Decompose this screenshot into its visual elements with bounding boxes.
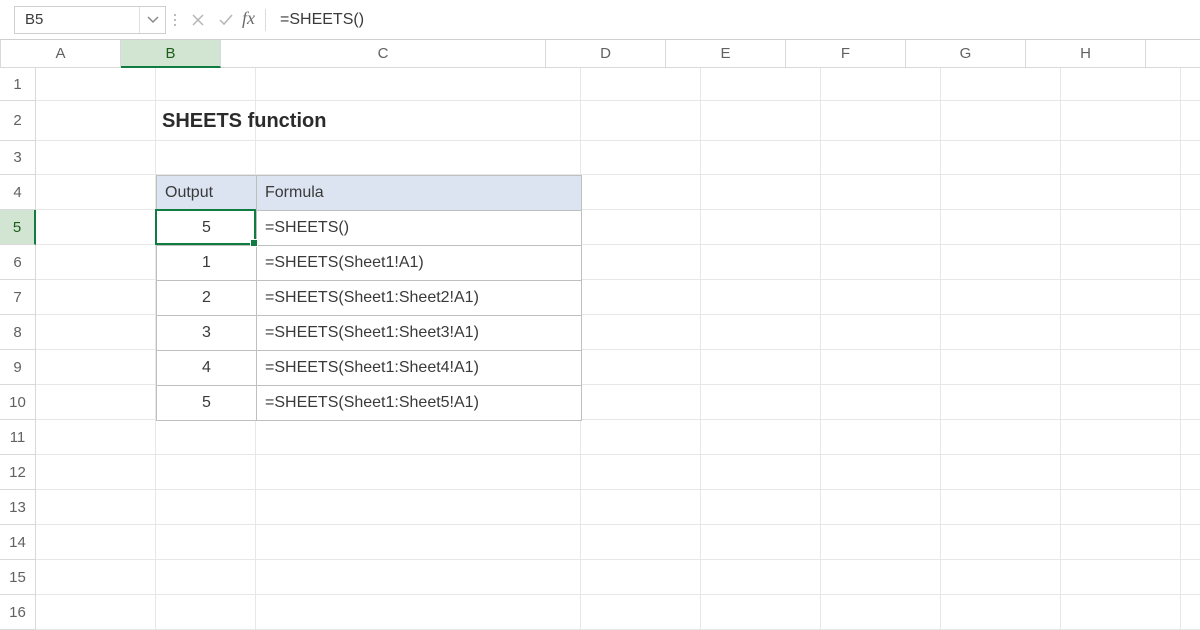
cell-formula[interactable]: =SHEETS(Sheet1:Sheet2!A1) (257, 281, 582, 316)
table-row: 5=SHEETS() (157, 211, 582, 246)
table-row: 4=SHEETS(Sheet1:Sheet4!A1) (157, 351, 582, 386)
gridline-h (36, 559, 1200, 560)
insert-function-button[interactable]: fx (240, 8, 263, 31)
cell-formula[interactable]: =SHEETS(Sheet1:Sheet3!A1) (257, 316, 582, 351)
column-header-H[interactable]: H (1026, 40, 1146, 68)
row-header-14[interactable]: 14 (0, 525, 36, 560)
row-header-4[interactable]: 4 (0, 175, 36, 210)
column-header-B[interactable]: B (121, 40, 221, 68)
gridline-h (36, 594, 1200, 595)
column-header-I[interactable]: I (1146, 40, 1200, 68)
row-header-10[interactable]: 10 (0, 385, 36, 420)
row-header-11[interactable]: 11 (0, 420, 36, 455)
column-header-row: ABCDEFGHI (0, 40, 1200, 68)
cell-output[interactable]: 2 (157, 281, 257, 316)
x-icon (191, 13, 205, 27)
cancel-formula-button[interactable] (184, 6, 212, 34)
grid-body: 12345678910111213141516 SHEETS functionO… (0, 68, 1200, 630)
cell-output[interactable]: 5 (157, 386, 257, 421)
cell-formula[interactable]: =SHEETS() (257, 211, 582, 246)
formula-bar: B5 fx =SHEETS() (0, 0, 1200, 40)
row-headers: 12345678910111213141516 (0, 68, 36, 630)
cell-formula[interactable]: =SHEETS(Sheet1!A1) (257, 246, 582, 281)
table-header-output[interactable]: Output (157, 176, 257, 211)
formula-input[interactable]: =SHEETS() (268, 11, 1200, 29)
row-header-16[interactable]: 16 (0, 595, 36, 630)
table-row: 5=SHEETS(Sheet1:Sheet5!A1) (157, 386, 582, 421)
name-box-value[interactable]: B5 (15, 11, 139, 28)
cell-formula[interactable]: =SHEETS(Sheet1:Sheet4!A1) (257, 351, 582, 386)
formula-bar-separator (265, 9, 266, 31)
row-header-13[interactable]: 13 (0, 490, 36, 525)
row-header-8[interactable]: 8 (0, 315, 36, 350)
check-icon (218, 13, 234, 27)
row-header-7[interactable]: 7 (0, 280, 36, 315)
table-header-formula[interactable]: Formula (257, 176, 582, 211)
cells-area[interactable]: SHEETS functionOutputFormula5=SHEETS()1=… (36, 68, 1200, 630)
row-header-15[interactable]: 15 (0, 560, 36, 595)
cell-output[interactable]: 3 (157, 316, 257, 351)
column-header-D[interactable]: D (546, 40, 666, 68)
select-all-corner[interactable] (0, 40, 1, 68)
column-header-C[interactable]: C (221, 40, 546, 68)
sheets-function-table: OutputFormula5=SHEETS()1=SHEETS(Sheet1!A… (156, 175, 582, 421)
row-header-5[interactable]: 5 (0, 210, 36, 245)
table-row: 1=SHEETS(Sheet1!A1) (157, 246, 582, 281)
column-header-E[interactable]: E (666, 40, 786, 68)
row-header-3[interactable]: 3 (0, 141, 36, 175)
table-row: 2=SHEETS(Sheet1:Sheet2!A1) (157, 281, 582, 316)
column-headers: ABCDEFGHI (1, 40, 1200, 68)
column-header-F[interactable]: F (786, 40, 906, 68)
chevron-down-icon (147, 16, 159, 24)
table-row: 3=SHEETS(Sheet1:Sheet3!A1) (157, 316, 582, 351)
cell-formula[interactable]: =SHEETS(Sheet1:Sheet5!A1) (257, 386, 582, 421)
name-box[interactable]: B5 (14, 6, 166, 34)
page-title: SHEETS function (156, 101, 332, 141)
cell-output[interactable]: 4 (157, 351, 257, 386)
row-header-2[interactable]: 2 (0, 101, 36, 141)
gridline-h (36, 454, 1200, 455)
column-header-G[interactable]: G (906, 40, 1026, 68)
name-box-dropdown[interactable] (139, 7, 165, 33)
enter-formula-button[interactable] (212, 6, 240, 34)
row-header-12[interactable]: 12 (0, 455, 36, 490)
formula-bar-grip (166, 14, 184, 26)
cell-output[interactable]: 5 (157, 211, 257, 246)
cell-output[interactable]: 1 (157, 246, 257, 281)
gridline-h (36, 489, 1200, 490)
column-header-A[interactable]: A (1, 40, 121, 68)
gridline-h (36, 524, 1200, 525)
row-header-9[interactable]: 9 (0, 350, 36, 385)
row-header-6[interactable]: 6 (0, 245, 36, 280)
row-header-1[interactable]: 1 (0, 68, 36, 101)
